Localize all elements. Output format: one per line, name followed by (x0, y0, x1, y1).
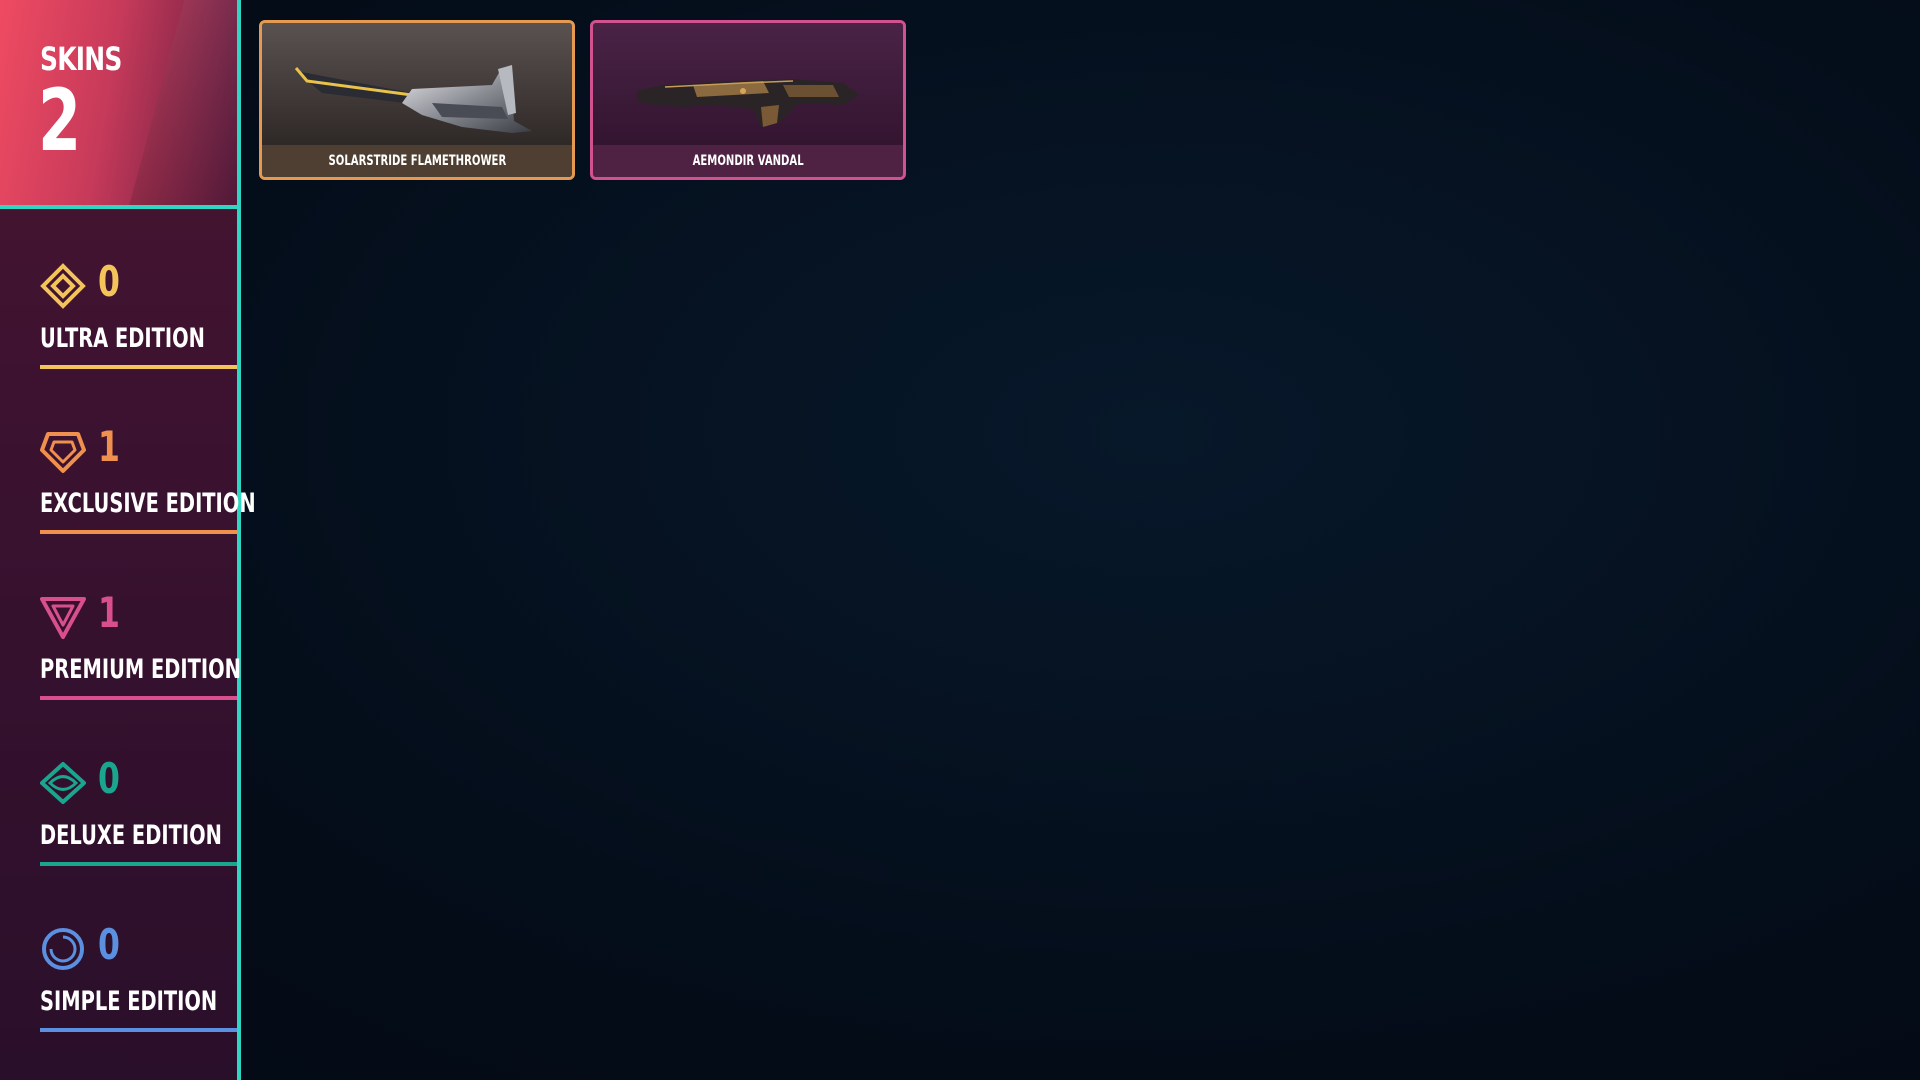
edition-filter-deluxe[interactable]: 0 DELUXE EDITION (40, 754, 237, 890)
edition-underline (40, 696, 237, 700)
skin-name-strip: AEMONDIR VANDAL (593, 145, 903, 177)
skin-name: AEMONDIR VANDAL (692, 153, 804, 169)
edition-count: 0 (98, 754, 120, 803)
edition-label: ULTRA EDITION (40, 323, 205, 354)
edition-label: EXCLUSIVE EDITION (40, 488, 256, 519)
edition-filter-premium[interactable]: 1 PREMIUM EDITION (40, 588, 241, 724)
edition-label: DELUXE EDITION (40, 820, 222, 851)
premium-triangle-icon (40, 597, 86, 639)
edition-underline (40, 862, 237, 866)
skin-card[interactable]: AEMONDIR VANDAL (590, 20, 906, 180)
edition-count: 1 (98, 588, 120, 637)
edition-filter-ultra[interactable]: 0 ULTRA EDITION (40, 257, 237, 393)
edition-label: PREMIUM EDITION (40, 654, 241, 685)
edition-underline (40, 1028, 237, 1032)
edition-filter-exclusive[interactable]: 1 EXCLUSIVE EDITION (40, 422, 256, 558)
skins-count: 2 (38, 71, 82, 171)
skin-name: SOLARSTRIDE FLAMETHROWER (328, 153, 506, 169)
edition-underline (40, 365, 237, 369)
edition-count: 0 (98, 257, 120, 306)
edition-sidebar: SKINS 2 0 ULTRA EDITION 1 EXCLUSIVE EDIT… (0, 0, 256, 1080)
app-root: SKINS 2 0 ULTRA EDITION 1 EXCLUSIVE EDIT… (0, 0, 1920, 1080)
ultra-diamond-icon (40, 263, 86, 309)
edition-underline (40, 530, 237, 534)
edition-count: 0 (98, 920, 120, 969)
edition-filter-simple[interactable]: 0 SIMPLE EDITION (40, 920, 237, 1056)
flamethrower-image (262, 23, 572, 151)
skin-name-strip: SOLARSTRIDE FLAMETHROWER (262, 145, 572, 177)
edition-label: SIMPLE EDITION (40, 986, 218, 1017)
skin-card[interactable]: SOLARSTRIDE FLAMETHROWER (259, 20, 575, 180)
simple-circle-icon (42, 928, 84, 970)
edition-count: 1 (98, 422, 120, 471)
skins-summary: SKINS 2 (0, 0, 237, 209)
exclusive-pentagon-icon (40, 432, 86, 473)
vandal-image (593, 23, 903, 151)
deluxe-rhombus-icon (40, 762, 86, 804)
